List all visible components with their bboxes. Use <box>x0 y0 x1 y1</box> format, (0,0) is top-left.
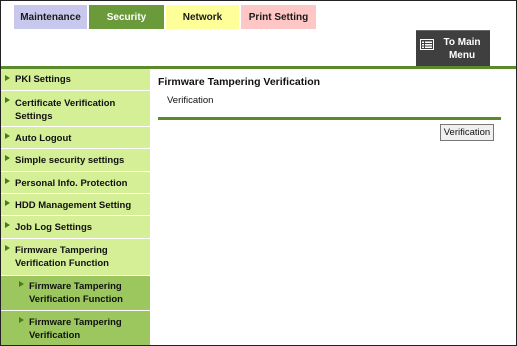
sidebar-item-label: Firmware Tampering Verification Function <box>15 244 109 270</box>
sidebar-item-pki-settings[interactable]: PKI Settings <box>1 69 150 91</box>
tab-print-setting[interactable]: Print Setting <box>241 5 316 29</box>
to-main-menu-label: To Main Menu <box>436 36 488 62</box>
content-divider <box>158 117 501 120</box>
sidebar-item-label: Firmware Tampering Verification <box>29 316 122 342</box>
sidebar-item-label: Simple security settings <box>15 155 125 166</box>
tab-maintenance-label: Maintenance <box>20 11 81 23</box>
triangle-right-icon <box>5 75 10 81</box>
tab-security[interactable]: Security <box>89 5 164 29</box>
sidebar-item-label: PKI Settings <box>15 74 71 85</box>
sidebar-item-label: Personal Info. Protection <box>15 178 128 189</box>
menu-list-icon <box>420 39 434 50</box>
sidebar-item-auto-logout[interactable]: Auto Logout <box>1 127 150 149</box>
to-main-menu-button[interactable]: To Main Menu <box>416 30 490 67</box>
triangle-right-icon <box>5 200 10 206</box>
tab-security-label: Security <box>106 11 147 23</box>
sidebar-item-hdd-management-setting[interactable]: HDD Management Setting <box>1 194 150 216</box>
sidebar-item-label-line2: Verification Function <box>15 258 109 269</box>
sidebar-item-label: Job Log Settings <box>15 222 93 233</box>
tab-maintenance[interactable]: Maintenance <box>14 5 87 29</box>
sidebar-item-label-line1: Certificate Verification <box>15 98 116 109</box>
sidebar-item-label-line1: Firmware Tampering <box>29 317 122 328</box>
sidebar-item-label-line2: Settings <box>15 111 53 122</box>
sidebar-item-simple-security-settings[interactable]: Simple security settings <box>1 149 150 172</box>
sidebar-item-label-line2: Verification Function <box>29 294 123 305</box>
triangle-right-icon <box>5 222 10 228</box>
page-title: Firmware Tampering Verification <box>158 76 321 88</box>
triangle-right-icon <box>19 317 24 323</box>
verification-button[interactable]: Verification <box>440 124 494 141</box>
triangle-right-icon <box>5 155 10 161</box>
sidebar-item-label: Auto Logout <box>15 133 72 144</box>
triangle-right-icon <box>5 245 10 251</box>
page-subtitle: Verification <box>167 95 214 106</box>
sidebar-item-personal-info-protection[interactable]: Personal Info. Protection <box>1 172 150 194</box>
sidebar-item-label: Firmware Tampering Verification Function <box>29 280 123 306</box>
sidebar-item-firmware-tampering-verification-function[interactable]: Firmware Tampering Verification Function <box>1 239 150 276</box>
tab-network-label: Network <box>182 11 223 23</box>
sidebar: PKI Settings Certificate Verification Set… <box>1 69 150 345</box>
to-main-menu-line1: To Main <box>443 37 481 48</box>
triangle-right-icon <box>5 178 10 184</box>
sidebar-subitem-firmware-tampering-verification-function[interactable]: Firmware Tampering Verification Function <box>1 276 150 311</box>
tab-print-setting-label: Print Setting <box>248 11 309 23</box>
triangle-right-icon <box>5 133 10 139</box>
sidebar-item-label: Certificate Verification Settings <box>15 97 115 123</box>
triangle-right-icon <box>5 97 10 103</box>
sidebar-item-label-line1: Firmware Tampering <box>29 281 122 292</box>
sidebar-item-certificate-verification-settings[interactable]: Certificate Verification Settings <box>1 91 150 127</box>
sidebar-item-label-line2: Verification <box>29 330 81 341</box>
to-main-menu-line2: Menu <box>448 50 476 61</box>
window-frame: Maintenance Security Network Print Setti… <box>0 0 517 346</box>
sidebar-subitem-firmware-tampering-verification[interactable]: Firmware Tampering Verification <box>1 311 150 345</box>
sidebar-item-label: HDD Management Setting <box>15 200 132 211</box>
sidebar-item-job-log-settings[interactable]: Job Log Settings <box>1 216 150 239</box>
sidebar-item-label-line1: Firmware Tampering <box>15 245 108 256</box>
tab-network[interactable]: Network <box>166 5 239 29</box>
triangle-right-icon <box>19 281 24 287</box>
